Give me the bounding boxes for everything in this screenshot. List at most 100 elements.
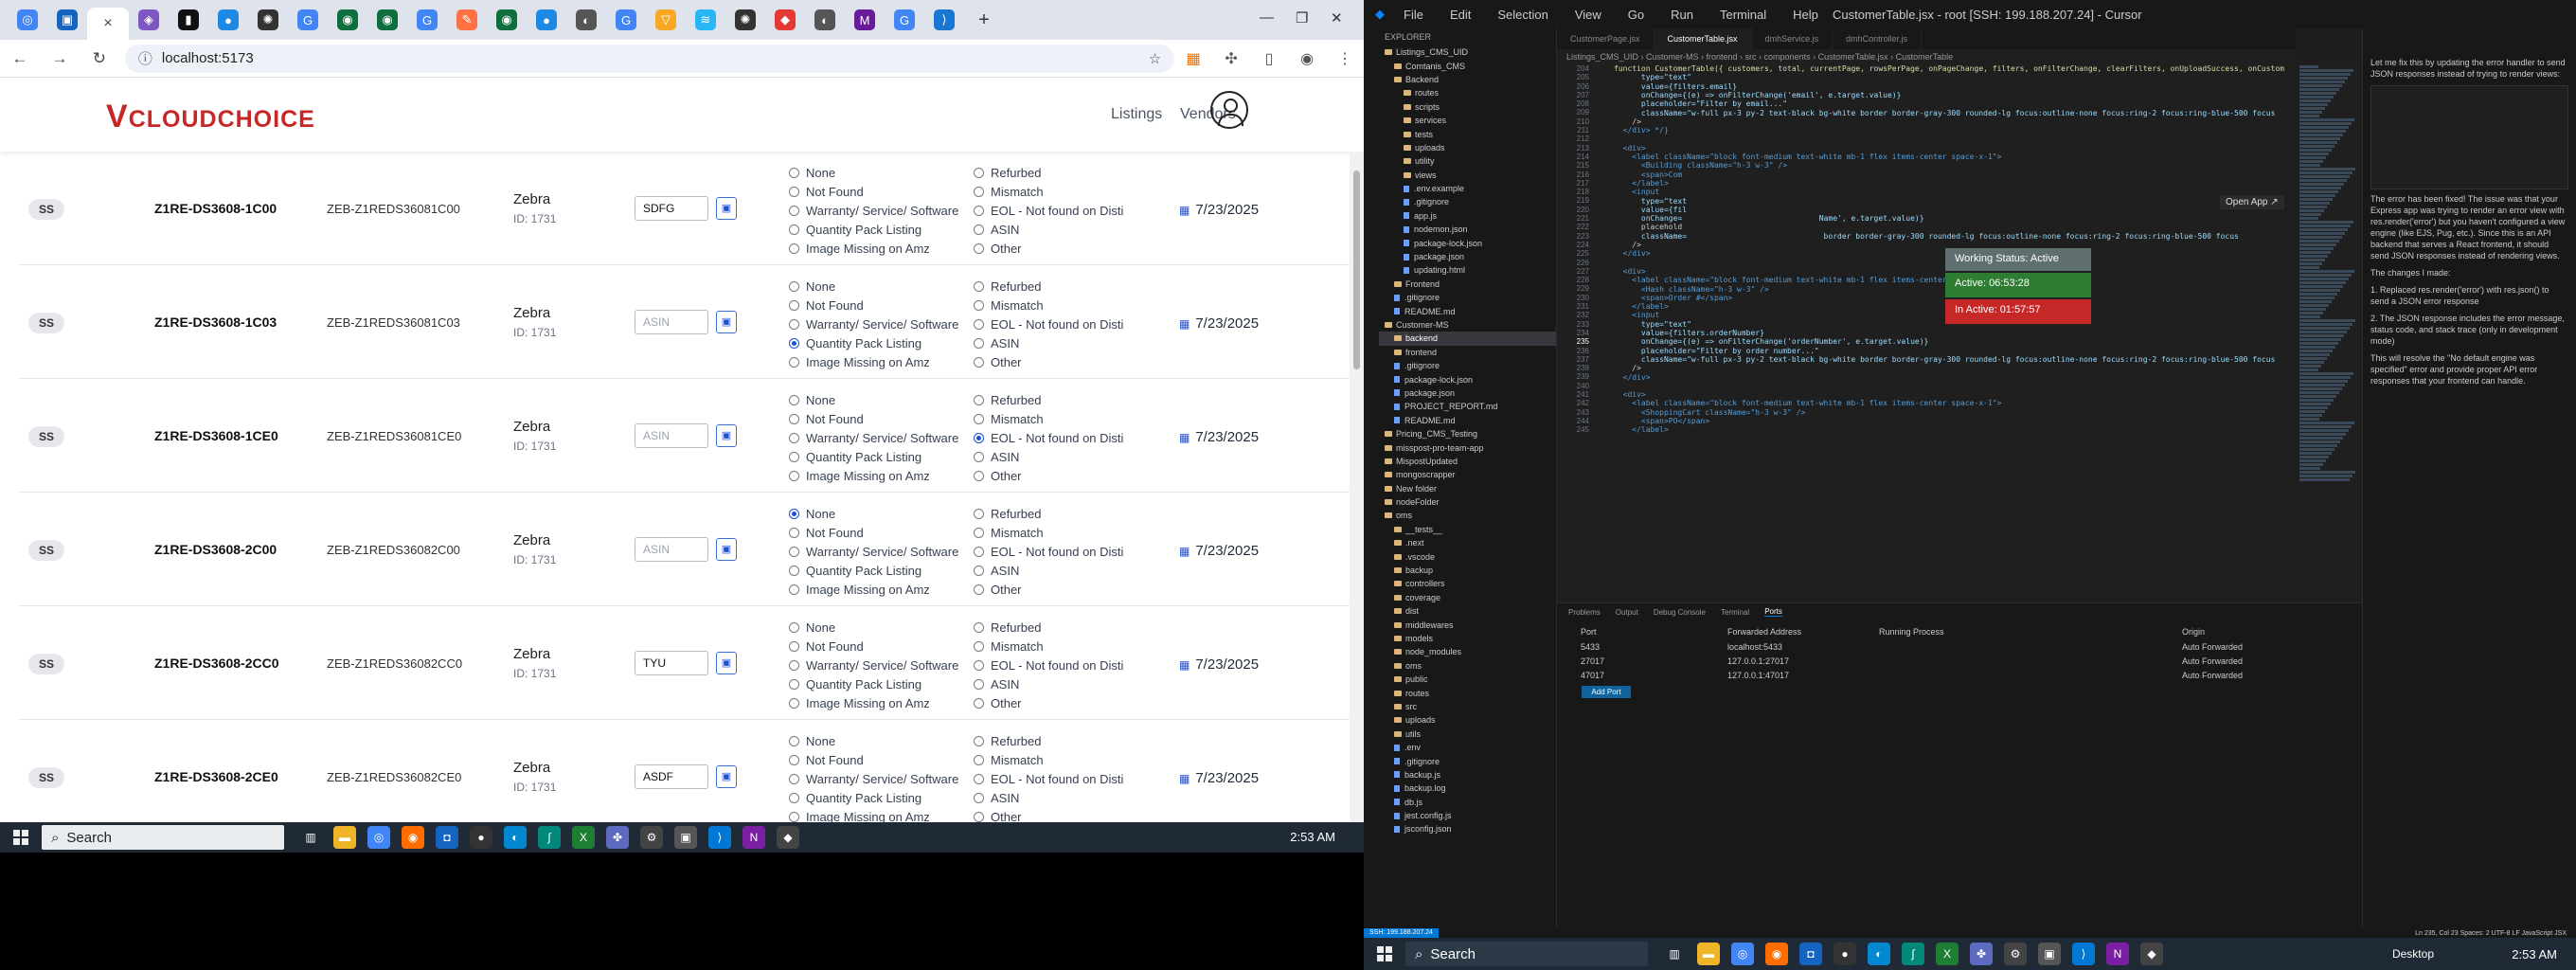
panel-tab[interactable]: Terminal <box>1721 608 1749 617</box>
status-option[interactable]: None <box>789 163 978 182</box>
radio-button[interactable] <box>974 754 984 765</box>
explorer-file[interactable]: package.json <box>1379 386 1556 400</box>
radio-button[interactable] <box>789 584 799 595</box>
status-option[interactable]: None <box>789 277 978 296</box>
site-info-icon[interactable]: ⓘ <box>138 48 152 68</box>
explorer-folder[interactable]: backend <box>1379 332 1556 346</box>
explorer-file[interactable]: .gitignore <box>1379 359 1556 372</box>
status-option[interactable]: None <box>789 390 978 409</box>
radio-button[interactable] <box>974 792 984 803</box>
taskbar-search[interactable]: ⌕ Search <box>42 825 284 850</box>
menu-item[interactable]: View <box>1575 8 1601 22</box>
menu-item[interactable]: File <box>1404 8 1423 22</box>
taskbar-clock[interactable]: 2:53 AM <box>2512 947 2557 961</box>
firefox-icon[interactable]: ◉ <box>402 826 424 849</box>
minimize-icon[interactable]: — <box>1260 9 1274 26</box>
radio-button[interactable] <box>789 167 799 178</box>
radio-button[interactable] <box>789 186 799 197</box>
radio-button[interactable] <box>974 242 984 254</box>
vscode-icon[interactable]: ⟩ <box>2072 943 2095 965</box>
account-icon[interactable] <box>1210 91 1248 129</box>
save-asin-icon[interactable]: ▣ <box>716 652 737 674</box>
status-option[interactable]: Quantity Pack Listing <box>789 447 978 466</box>
status-option[interactable]: Other <box>974 693 1163 712</box>
tab-favicon-icon[interactable]: M <box>854 9 875 30</box>
menu-item[interactable]: Help <box>1793 8 1818 22</box>
explorer-file[interactable]: package-lock.json <box>1379 236 1556 249</box>
explorer-file[interactable]: README.md <box>1379 304 1556 317</box>
forward-icon[interactable]: → <box>51 49 68 68</box>
radio-button[interactable] <box>789 451 799 462</box>
status-option[interactable]: Image Missing on Amz <box>789 352 978 371</box>
status-option[interactable]: ASIN <box>974 220 1163 239</box>
status-option[interactable]: Not Found <box>789 182 978 201</box>
status-option[interactable]: Other <box>974 352 1163 371</box>
excel-icon[interactable]: X <box>572 826 595 849</box>
tab-favicon-icon[interactable]: ▣ <box>57 9 78 30</box>
explorer-folder[interactable]: nodeFolder <box>1379 495 1556 509</box>
status-option[interactable]: ASIN <box>974 561 1163 580</box>
taskbar-search[interactable]: ⌕ Search <box>1405 942 1648 966</box>
radio-button[interactable] <box>974 565 984 576</box>
explorer-folder[interactable]: tests <box>1379 127 1556 140</box>
settings-gear-icon[interactable]: ⚙ <box>2004 943 2027 965</box>
radio-button[interactable] <box>974 337 984 349</box>
save-asin-icon[interactable]: ▣ <box>716 311 737 333</box>
tab-favicon-icon[interactable]: ▮ <box>178 9 199 30</box>
explorer-folder[interactable]: Pricing_CMS_Testing <box>1379 427 1556 440</box>
radio-button[interactable] <box>974 470 984 481</box>
explorer-file[interactable]: .gitignore <box>1379 291 1556 304</box>
radio-button[interactable] <box>789 697 799 709</box>
radio-button[interactable] <box>974 299 984 311</box>
firefox-icon[interactable]: ◉ <box>1765 943 1788 965</box>
settings-gear-icon[interactable]: ⚙ <box>640 826 663 849</box>
close-icon[interactable]: ✕ <box>1331 9 1343 27</box>
explorer-file[interactable]: .env.example <box>1379 182 1556 195</box>
forwarded-address[interactable]: 127.0.0.1:47017 <box>1727 671 1879 680</box>
status-option[interactable]: None <box>789 618 978 637</box>
radio-button[interactable] <box>789 394 799 405</box>
status-option[interactable]: Quantity Pack Listing <box>789 333 978 352</box>
status-option[interactable]: Warranty/ Service/ Software <box>789 656 978 674</box>
profile-icon[interactable]: ◉ <box>1297 49 1316 68</box>
reload-icon[interactable]: ↻ <box>91 49 108 68</box>
chrome-icon[interactable]: ◎ <box>1731 943 1754 965</box>
explorer-folder[interactable]: Listings_CMS_UID <box>1379 45 1556 59</box>
activity-bar[interactable] <box>1364 28 1379 938</box>
radio-button[interactable] <box>974 432 984 443</box>
explorer-folder[interactable]: Comtanis_CMS <box>1379 59 1556 72</box>
explorer-folder[interactable]: uploads <box>1379 713 1556 727</box>
save-asin-icon[interactable]: ▣ <box>716 197 737 220</box>
file-explorer-icon[interactable]: ▬ <box>333 826 356 849</box>
radio-button[interactable] <box>789 242 799 254</box>
explorer-folder[interactable]: backup <box>1379 564 1556 577</box>
tab-favicon-icon[interactable]: ◎ <box>17 9 38 30</box>
radio-button[interactable] <box>974 621 984 633</box>
explorer-folder[interactable]: routes <box>1379 686 1556 699</box>
status-option[interactable]: Not Found <box>789 296 978 314</box>
radio-button[interactable] <box>974 811 984 822</box>
explorer-folder[interactable]: uploads <box>1379 141 1556 154</box>
radio-button[interactable] <box>789 773 799 784</box>
menu-item[interactable]: Go <box>1628 8 1644 22</box>
radio-button[interactable] <box>974 451 984 462</box>
explorer-folder[interactable]: Customer-MS <box>1379 318 1556 332</box>
radio-button[interactable] <box>974 394 984 405</box>
menu-item[interactable]: Edit <box>1450 8 1471 22</box>
status-option[interactable]: Quantity Pack Listing <box>789 561 978 580</box>
extension-icon[interactable]: ▦ <box>1184 49 1203 68</box>
radio-button[interactable] <box>789 224 799 235</box>
menu-item[interactable]: Selection <box>1497 8 1547 22</box>
menu-item[interactable]: Terminal <box>1720 8 1766 22</box>
radio-button[interactable] <box>789 432 799 443</box>
status-option[interactable]: Not Found <box>789 637 978 656</box>
status-option[interactable]: Quantity Pack Listing <box>789 674 978 693</box>
app-icon[interactable]: ∫ <box>1902 943 1924 965</box>
page-scrollbar[interactable] <box>1350 152 1364 822</box>
explorer-folder[interactable]: services <box>1379 114 1556 127</box>
radio-button[interactable] <box>974 640 984 652</box>
desktop-toolbar[interactable]: Desktop <box>2392 947 2434 961</box>
radio-button[interactable] <box>789 318 799 330</box>
asin-input[interactable]: TYU <box>635 651 708 675</box>
minimap[interactable] <box>2296 64 2362 595</box>
